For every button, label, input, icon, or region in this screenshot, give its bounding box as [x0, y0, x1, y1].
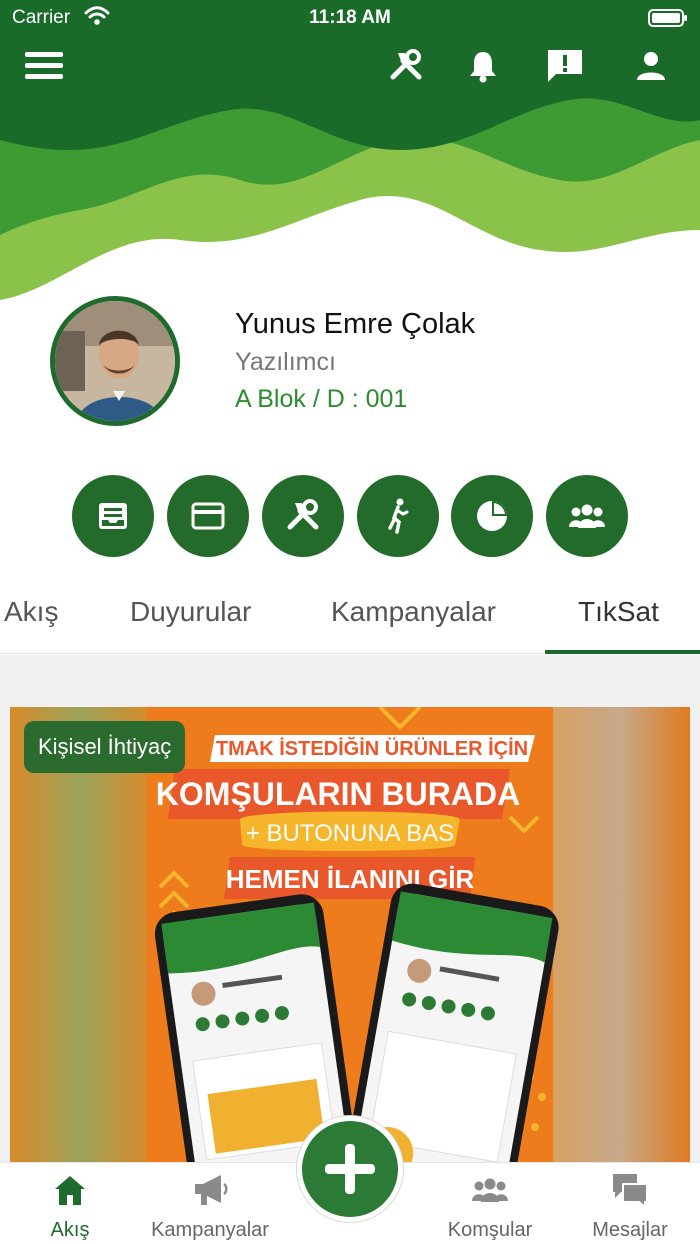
plus-icon [325, 1144, 375, 1194]
nav-kampanyalar[interactable]: Kampanyalar [140, 1167, 280, 1242]
active-tab-indicator [545, 650, 700, 654]
profile-name: Yunus Emre Çolak [235, 308, 476, 340]
category-badge: Kişisel İhtiyaç [24, 721, 186, 773]
card-headline-2: KOMŞULARIN BURADA [156, 776, 520, 812]
home-icon [0, 1167, 140, 1213]
megaphone-icon [140, 1167, 280, 1213]
tab-bar: Akış Duyurular Kampanyalar TıkSat [0, 578, 700, 654]
profile-role: Yazılımcı [235, 348, 336, 376]
tools-icon[interactable] [262, 475, 344, 557]
nav-akis[interactable]: Akış [0, 1167, 140, 1242]
card-image: TMAK İSTEDİĞİN ÜRÜNLER İÇİN KOMŞULARIN B… [10, 707, 690, 1165]
tools-icon[interactable] [384, 44, 428, 88]
quick-actions [0, 475, 700, 557]
feed: TMAK İSTEDİĞİN ÜRÜNLER İÇİN KOMŞULARIN B… [0, 655, 700, 1165]
clock: 11:18 AM [309, 7, 391, 28]
card-headline-1: TMAK İSTEDİĞİN ÜRÜNLER İÇİN [216, 736, 528, 760]
pie-chart-icon[interactable] [451, 475, 533, 557]
messages-icon [560, 1167, 700, 1213]
battery-icon [648, 8, 688, 34]
bell-icon[interactable] [461, 44, 505, 88]
nav-komsular[interactable]: Komşular [420, 1167, 560, 1242]
feedback-icon[interactable] [543, 44, 587, 88]
tab-duyurular[interactable]: Duyurular [130, 596, 251, 628]
group-icon[interactable] [546, 475, 628, 557]
add-listing-button[interactable] [297, 1116, 403, 1222]
card-headline-3: + BUTONUNA BAS [246, 820, 454, 847]
user-icon[interactable] [629, 44, 673, 88]
status-bar: Carrier 11:18 AM [0, 0, 700, 36]
profile-unit: A Blok / D : 001 [235, 385, 408, 413]
neighbors-icon [420, 1167, 560, 1213]
nav-mesajlar-label: Mesajlar [592, 1219, 668, 1241]
inbox-icon[interactable] [72, 475, 154, 557]
menu-icon[interactable] [22, 44, 66, 88]
top-toolbar [0, 40, 700, 90]
walk-icon[interactable] [357, 475, 439, 557]
nav-akis-label: Akış [50, 1219, 90, 1241]
tab-akis[interactable]: Akış [4, 596, 58, 628]
nav-kampanyalar-label: Kampanyalar [151, 1219, 269, 1241]
feed-card[interactable]: TMAK İSTEDİĞİN ÜRÜNLER İÇİN KOMŞULARIN B… [10, 707, 690, 1165]
tab-tiksat[interactable]: TıkSat [578, 596, 659, 628]
nav-mesajlar[interactable]: Mesajlar [560, 1167, 700, 1242]
tab-kampanyalar[interactable]: Kampanyalar [331, 596, 496, 628]
card-icon[interactable] [167, 475, 249, 557]
avatar[interactable] [50, 296, 180, 426]
nav-komsular-label: Komşular [447, 1219, 533, 1241]
